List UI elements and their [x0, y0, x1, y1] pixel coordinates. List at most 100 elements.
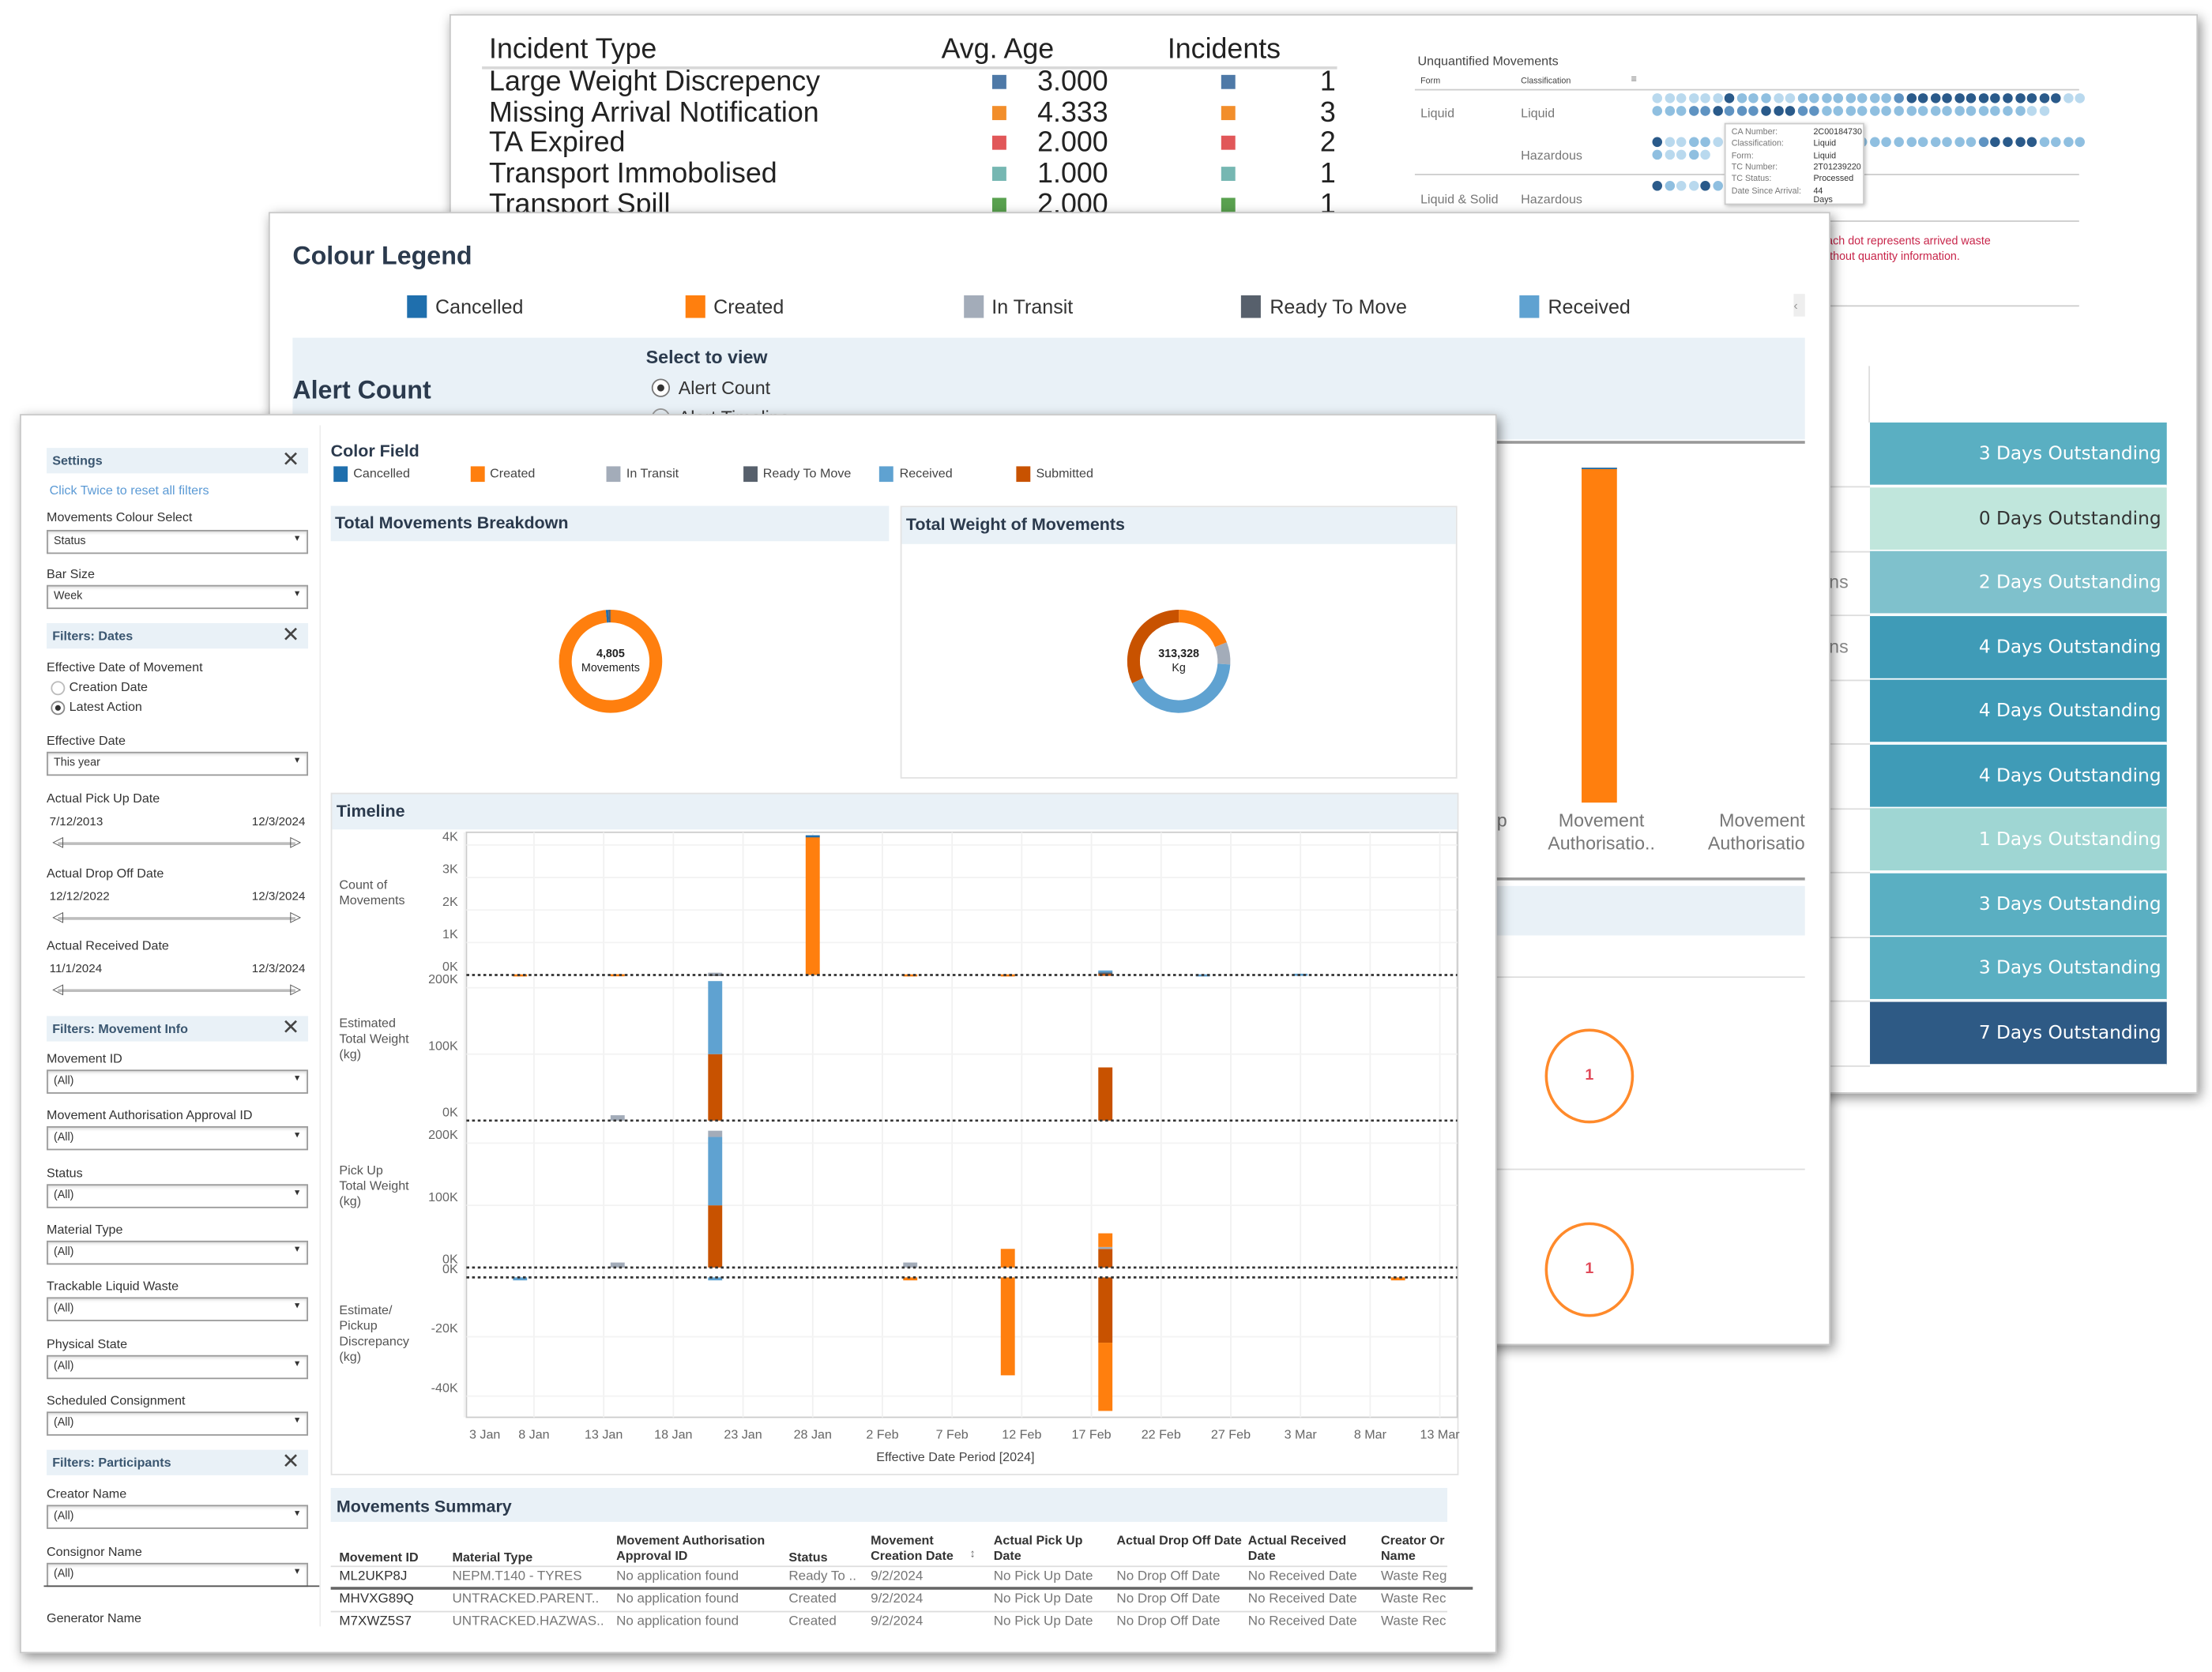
- waste-dot[interactable]: [1652, 106, 1663, 116]
- waste-dot[interactable]: [1845, 106, 1856, 116]
- waste-dot[interactable]: [1869, 106, 1880, 116]
- waste-dot[interactable]: [1652, 137, 1663, 148]
- waste-dot[interactable]: [1954, 106, 1965, 116]
- waste-dot[interactable]: [1954, 137, 1965, 148]
- waste-dot[interactable]: [2063, 137, 2074, 148]
- waste-dot[interactable]: [1700, 106, 1711, 116]
- waste-dot[interactable]: [2014, 93, 2025, 103]
- movement-id-cell[interactable]: ML2UKP8J: [339, 1569, 407, 1584]
- incident-type-cell[interactable]: Large Weight Discrepency: [489, 66, 820, 97]
- waste-dot[interactable]: [1712, 106, 1723, 116]
- waste-dot[interactable]: [1978, 137, 1989, 148]
- waste-dot[interactable]: [2051, 137, 2061, 148]
- waste-dot[interactable]: [1930, 106, 1940, 116]
- waste-dot[interactable]: [1918, 137, 1928, 148]
- waste-dot[interactable]: [1761, 93, 1771, 103]
- waste-dot[interactable]: [1761, 106, 1771, 116]
- waste-dot[interactable]: [1809, 93, 1819, 103]
- days-outstanding-cell[interactable]: 4 Days Outstanding: [1870, 743, 2167, 808]
- waste-dot[interactable]: [1688, 149, 1698, 160]
- waste-dot[interactable]: [2075, 137, 2086, 148]
- waste-dot[interactable]: [2026, 137, 2037, 148]
- waste-dot[interactable]: [1688, 137, 1698, 148]
- column-header[interactable]: Movement Authorisation Approval ID: [616, 1533, 783, 1564]
- days-outstanding-cell[interactable]: 4 Days Outstanding: [1870, 615, 2167, 679]
- waste-dot[interactable]: [1785, 93, 1796, 103]
- waste-dot[interactable]: [2014, 137, 2025, 148]
- waste-dot[interactable]: [1676, 137, 1687, 148]
- waste-dot[interactable]: [1700, 137, 1711, 148]
- waste-dot[interactable]: [1773, 106, 1783, 116]
- waste-dot[interactable]: [1821, 106, 1832, 116]
- waste-dot[interactable]: [1857, 93, 1868, 103]
- waste-dot[interactable]: [1664, 106, 1675, 116]
- waste-dot[interactable]: [1966, 137, 1977, 148]
- waste-dot[interactable]: [1773, 93, 1783, 103]
- waste-dot[interactable]: [1676, 181, 1687, 191]
- waste-dot[interactable]: [1652, 93, 1663, 103]
- days-outstanding-cell[interactable]: 3 Days Outstanding: [1870, 872, 2167, 937]
- waste-dot[interactable]: [2003, 106, 2013, 116]
- waste-dot[interactable]: [1736, 106, 1747, 116]
- waste-dot[interactable]: [1676, 149, 1687, 160]
- waste-dot[interactable]: [1942, 106, 1953, 116]
- waste-dot[interactable]: [2039, 137, 2049, 148]
- waste-dot[interactable]: [1688, 106, 1698, 116]
- waste-dot[interactable]: [1990, 93, 2001, 103]
- movement-id-cell[interactable]: MHVXG89Q: [339, 1591, 413, 1607]
- legend-scroll-button[interactable]: ‹: [1793, 294, 1805, 317]
- waste-dot[interactable]: [1882, 106, 1892, 116]
- waste-dot[interactable]: [1905, 137, 1917, 148]
- waste-dot[interactable]: [2026, 106, 2037, 116]
- waste-dot[interactable]: [1966, 93, 1977, 103]
- waste-dot[interactable]: [1845, 93, 1856, 103]
- waste-dot[interactable]: [1882, 93, 1892, 103]
- consignor-name-select[interactable]: (All) ▾: [47, 1562, 309, 1587]
- waste-dot[interactable]: [1748, 106, 1759, 116]
- days-outstanding-cell[interactable]: 3 Days Outstanding: [1870, 422, 2167, 487]
- waste-dot[interactable]: [1821, 93, 1832, 103]
- waste-dot[interactable]: [2063, 93, 2074, 103]
- waste-dot[interactable]: [1930, 93, 1940, 103]
- column-header[interactable]: Actual Received Date: [1248, 1533, 1375, 1564]
- waste-dot[interactable]: [2051, 93, 2061, 103]
- waste-dot[interactable]: [1894, 106, 1904, 116]
- waste-dot[interactable]: [1797, 106, 1808, 116]
- waste-dot[interactable]: [1700, 93, 1711, 103]
- waste-dot[interactable]: [1664, 137, 1675, 148]
- sort-icon[interactable]: ≡: [1631, 75, 1637, 85]
- days-outstanding-cell[interactable]: 4 Days Outstanding: [1870, 679, 2167, 744]
- waste-dot[interactable]: [1664, 149, 1675, 160]
- column-header[interactable]: Actual Pick Up Date: [994, 1533, 1111, 1564]
- waste-dot[interactable]: [1676, 93, 1687, 103]
- waste-dot[interactable]: [1833, 106, 1844, 116]
- column-header[interactable]: Movement ID: [339, 1550, 446, 1566]
- waste-dot[interactable]: [1954, 93, 1965, 103]
- days-outstanding-cell[interactable]: 7 Days Outstanding: [1870, 1001, 2167, 1065]
- waste-dot[interactable]: [1905, 106, 1917, 116]
- waste-dot[interactable]: [2039, 93, 2049, 103]
- waste-dot[interactable]: [2014, 106, 2025, 116]
- alert-bar-created[interactable]: [1582, 468, 1617, 803]
- days-outstanding-cell[interactable]: 1 Days Outstanding: [1870, 808, 2167, 872]
- waste-dot[interactable]: [1857, 106, 1868, 116]
- waste-dot[interactable]: [1978, 106, 1989, 116]
- waste-dot[interactable]: [1725, 93, 1735, 103]
- waste-dot[interactable]: [1990, 106, 2001, 116]
- waste-dot[interactable]: [1942, 137, 1953, 148]
- waste-dot[interactable]: [1918, 93, 1928, 103]
- waste-dot[interactable]: [1905, 93, 1917, 103]
- waste-dot[interactable]: [1894, 137, 1904, 148]
- waste-dot[interactable]: [1700, 181, 1711, 191]
- waste-dot[interactable]: [1712, 93, 1723, 103]
- waste-dot[interactable]: [1869, 93, 1880, 103]
- waste-dot[interactable]: [1712, 181, 1723, 191]
- waste-dot[interactable]: [1990, 137, 2001, 148]
- waste-dot[interactable]: [1809, 106, 1819, 116]
- waste-dot[interactable]: [1676, 106, 1687, 116]
- waste-dot[interactable]: [1833, 93, 1844, 103]
- waste-dot[interactable]: [1725, 106, 1735, 116]
- waste-dot[interactable]: [1652, 181, 1663, 191]
- waste-dot[interactable]: [1966, 106, 1977, 116]
- sort-icon[interactable]: ↕: [969, 1547, 975, 1560]
